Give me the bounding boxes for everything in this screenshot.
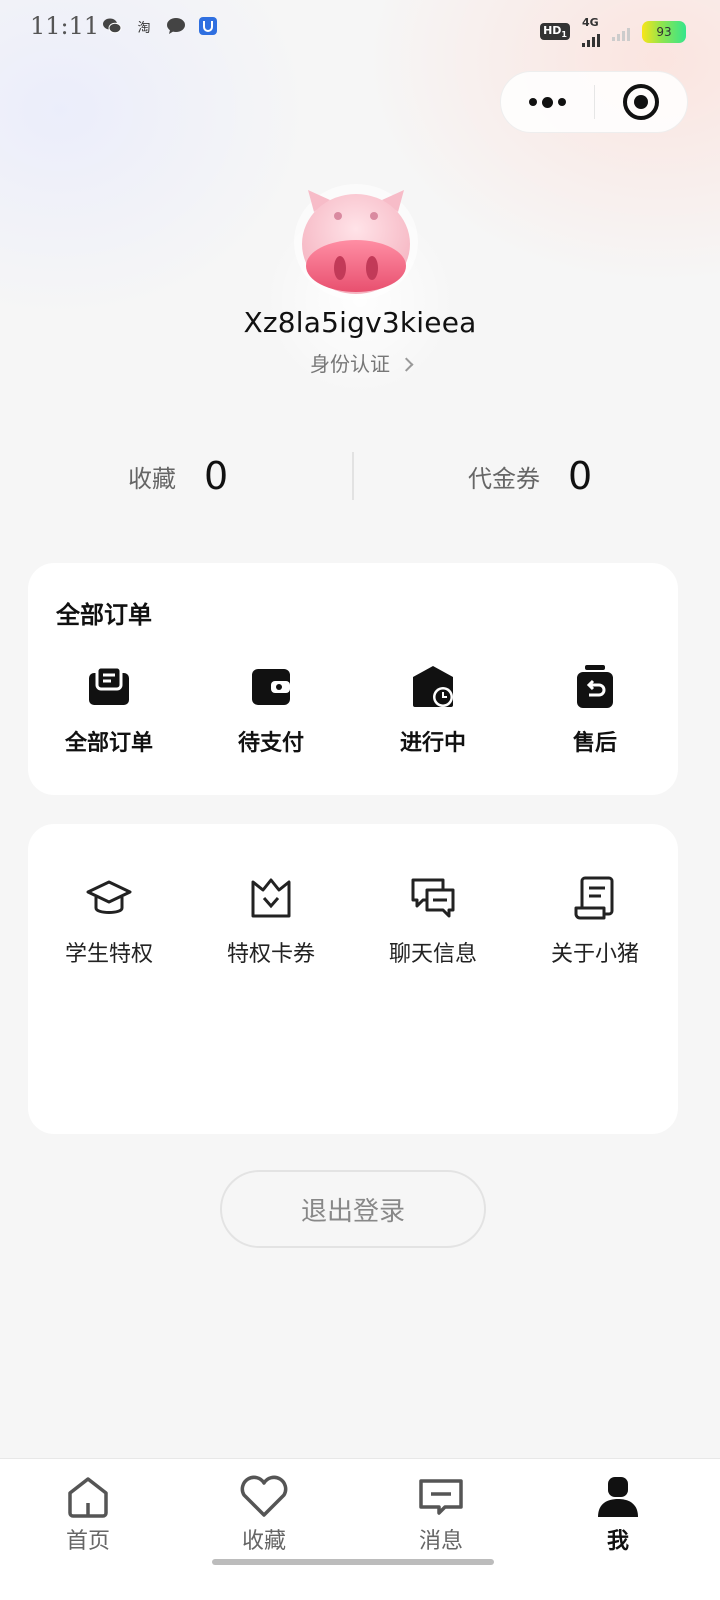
stat-vouchers[interactable]: 代金券 0: [468, 446, 592, 506]
tools-grid: 学生特权 特权卡券 聊天信息 关于小猪: [28, 874, 678, 968]
order-pending-payment-button[interactable]: 待支付: [190, 663, 352, 757]
hd-badge: HD1: [540, 22, 570, 41]
tab-home-label: 首页: [65, 1529, 110, 1554]
status-time: 11:11: [30, 12, 100, 40]
message-icon: [166, 16, 186, 36]
battery-level: 93: [656, 24, 672, 39]
bottom-tab-bar: 首页 收藏 消息 我: [0, 1458, 720, 1600]
logout-button[interactable]: 退出登录: [220, 1170, 486, 1248]
wallet-icon: [252, 669, 290, 705]
orders-grid: 全部订单 待支付 进行中 售后: [28, 663, 678, 757]
identity-verify-label: 身份认证: [310, 352, 390, 376]
chat-info-button[interactable]: 聊天信息: [352, 874, 514, 968]
home-indicator: [212, 1559, 494, 1565]
message-box-icon: [419, 1479, 463, 1515]
tab-me-label: 我: [606, 1529, 629, 1554]
order-after-sales-label: 售后: [572, 731, 617, 756]
order-after-sales-button[interactable]: 售后: [514, 663, 676, 757]
in-progress-icon: [413, 666, 453, 707]
privilege-voucher-button[interactable]: 特权卡券: [190, 874, 352, 968]
stat-favorites-label: 收藏: [128, 464, 176, 493]
username: Xz8la5igv3kieea: [243, 306, 477, 339]
order-in-progress-label: 进行中: [399, 731, 466, 756]
graduation-cap-icon: [86, 880, 132, 914]
privilege-voucher-label: 特权卡券: [226, 942, 315, 967]
stats-divider: [352, 452, 354, 500]
crown-icon: [251, 878, 291, 918]
tools-card: 学生特权 特权卡券 聊天信息 关于小猪: [28, 824, 678, 1134]
tab-favorites[interactable]: 收藏: [204, 1473, 324, 1555]
capsule-menu: [500, 71, 688, 133]
orders-card: 全部订单 全部订单 待支付 进行中 售后: [28, 563, 678, 795]
status-system-icons: HD1 4G 93: [540, 16, 686, 47]
stat-favorites-value: 0: [204, 454, 229, 498]
target-icon[interactable]: [595, 72, 688, 132]
network-type: 4G: [582, 16, 599, 29]
person-icon: [598, 1477, 638, 1517]
student-privilege-label: 学生特权: [64, 942, 153, 967]
about-piggy-label: 关于小猪: [550, 942, 639, 967]
chat-bubbles-icon: [411, 878, 455, 918]
avatar[interactable]: [286, 172, 426, 302]
status-notification-icons: 淘: [102, 16, 218, 36]
app-notification-icon: [198, 16, 218, 36]
signal-secondary-icon: [612, 23, 630, 41]
order-pending-payment-label: 待支付: [237, 731, 304, 756]
home-icon: [68, 1477, 108, 1518]
after-sales-icon: [577, 665, 613, 708]
tab-me[interactable]: 我: [558, 1473, 678, 1555]
tab-messages-label: 消息: [418, 1529, 463, 1554]
orders-card-title: 全部订单: [56, 601, 152, 629]
chat-info-label: 聊天信息: [388, 942, 477, 967]
network-indicator: 4G: [582, 16, 600, 47]
order-all-label: 全部订单: [64, 731, 153, 756]
heart-icon: [240, 1475, 288, 1517]
status-bar: 11:11 淘 HD1 4G 93: [0, 0, 720, 56]
chevron-right-icon: [399, 357, 414, 372]
signal-icon: [582, 29, 600, 47]
battery-icon: 93: [642, 20, 686, 43]
identity-verify-link[interactable]: 身份认证: [0, 348, 720, 377]
about-piggy-button[interactable]: 关于小猪: [514, 874, 676, 968]
taobao-icon: 淘: [137, 20, 151, 36]
wechat-icon: [102, 16, 122, 36]
stat-vouchers-value: 0: [568, 454, 593, 498]
tab-messages[interactable]: 消息: [381, 1473, 501, 1555]
order-in-progress-button[interactable]: 进行中: [352, 663, 514, 757]
more-dots-icon[interactable]: [501, 72, 594, 132]
order-all-button[interactable]: 全部订单: [28, 663, 190, 757]
student-privilege-button[interactable]: 学生特权: [28, 874, 190, 968]
stat-favorites[interactable]: 收藏 0: [128, 446, 228, 506]
document-icon: [574, 876, 614, 920]
stat-vouchers-label: 代金券: [468, 464, 540, 493]
tab-home[interactable]: 首页: [28, 1473, 148, 1555]
stats-row: 收藏 0 代金券 0: [0, 446, 720, 506]
order-list-icon: [89, 665, 129, 705]
tab-favorites-label: 收藏: [241, 1529, 286, 1554]
